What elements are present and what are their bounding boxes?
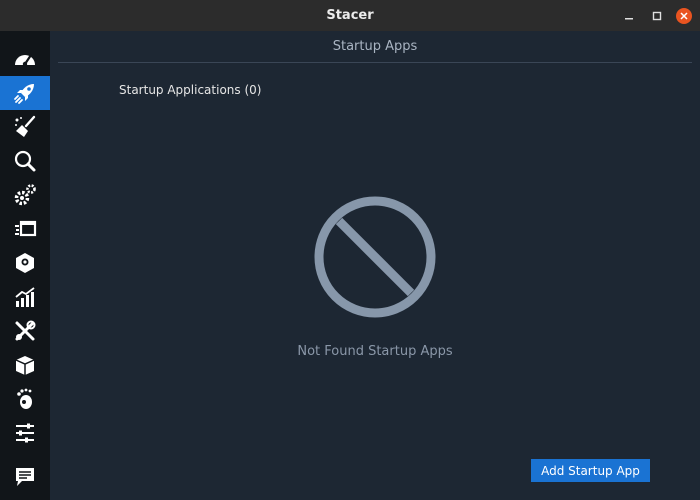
- sidebar-item-services[interactable]: [0, 178, 50, 212]
- chat-icon: [16, 468, 34, 486]
- sliders-icon: [16, 423, 34, 443]
- empty-state-text: Not Found Startup Apps: [297, 344, 453, 359]
- speedometer-icon: [15, 53, 35, 67]
- sidebar-item-dashboard[interactable]: [0, 42, 50, 76]
- window-title: Stacer: [326, 8, 374, 23]
- maximize-button[interactable]: [649, 8, 665, 24]
- gnome-foot-icon: [17, 388, 32, 409]
- close-button[interactable]: [676, 8, 692, 24]
- close-icon: [680, 12, 688, 20]
- sidebar: [0, 31, 50, 500]
- sidebar-item-processes[interactable]: [0, 212, 50, 246]
- sidebar-item-settings[interactable]: [0, 416, 50, 450]
- divider: [58, 62, 692, 63]
- tools-icon: [15, 320, 36, 341]
- broom-icon: [15, 115, 36, 137]
- maximize-icon: [652, 11, 662, 21]
- box-icon: [15, 356, 35, 375]
- gears-icon: [14, 184, 36, 206]
- process-icon: [15, 220, 37, 237]
- rocket-icon: [14, 84, 34, 104]
- startup-count-label: Startup Applications (0): [119, 83, 262, 97]
- package-icon: [16, 253, 34, 273]
- minimize-button[interactable]: [621, 8, 637, 24]
- magnifier-icon: [14, 150, 36, 172]
- add-startup-app-button[interactable]: Add Startup App: [531, 459, 650, 482]
- main-panel: Startup Apps Startup Applications (0) No…: [50, 31, 700, 500]
- sidebar-item-apt-repository[interactable]: [0, 348, 50, 382]
- sidebar-item-gnome-settings[interactable]: [0, 382, 50, 416]
- sidebar-item-uninstaller[interactable]: [0, 246, 50, 280]
- sidebar-item-resources[interactable]: [0, 280, 50, 314]
- title-bar: Stacer: [0, 0, 700, 31]
- chart-icon: [15, 287, 35, 307]
- minimize-icon: [625, 18, 633, 20]
- sidebar-item-startup-apps[interactable]: [0, 76, 50, 110]
- not-found-icon: [314, 196, 436, 318]
- sidebar-item-helpers[interactable]: [0, 314, 50, 348]
- sidebar-item-feedback[interactable]: [0, 460, 50, 494]
- sidebar-item-search[interactable]: [0, 144, 50, 178]
- sidebar-item-system-cleaner[interactable]: [0, 110, 50, 144]
- page-title: Startup Apps: [332, 39, 418, 54]
